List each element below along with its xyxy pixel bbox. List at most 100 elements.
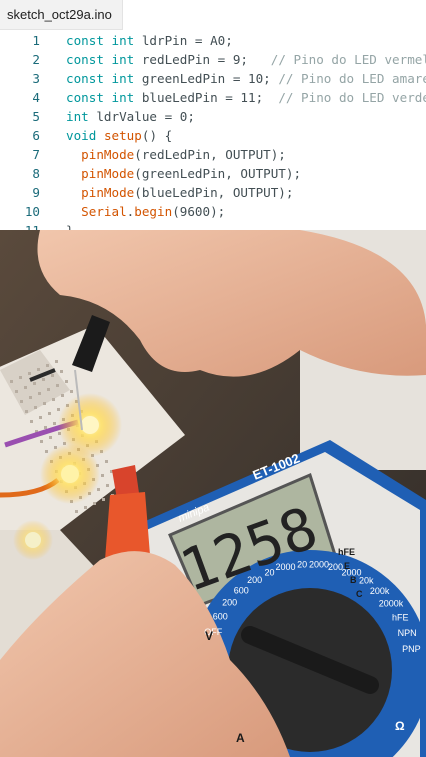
code-line[interactable]: 11} — [0, 221, 426, 230]
code-token: void — [66, 128, 97, 143]
breadboard-hole — [60, 370, 63, 373]
code-token: () { — [141, 128, 173, 143]
breadboard-hole — [39, 416, 42, 419]
code-token: // Pino do LED amarelo — [278, 71, 426, 86]
breadboard-hole — [61, 394, 64, 397]
photo-illustration: ET-1002 minipa 1258 OFF60020060020020200… — [0, 230, 426, 757]
breadboard-hole — [45, 450, 48, 453]
code-line[interactable]: 7 pinMode(redLedPin, OUTPUT); — [0, 145, 426, 164]
breadboard-hole — [97, 488, 100, 491]
breadboard-hole — [49, 436, 52, 439]
hfe-socket-label: E — [344, 561, 350, 571]
dial-label: 20 — [297, 559, 307, 569]
line-number: 7 — [32, 147, 40, 162]
code-token: const int — [66, 33, 135, 48]
breadboard-hole — [34, 406, 37, 409]
breadboard-hole — [93, 502, 96, 505]
code-token: int — [66, 109, 89, 124]
code-line[interactable]: 5 int ldrValue = 0; — [0, 107, 426, 126]
code-token: (greenLedPin, OUTPUT); — [134, 166, 302, 181]
port-label: Ω — [395, 719, 405, 733]
breadboard-hole — [42, 378, 45, 381]
breadboard-hole — [105, 460, 108, 463]
breadboard-hole — [47, 388, 50, 391]
breadboard-hole — [84, 506, 87, 509]
code-text: pinMode(blueLedPin, OUTPUT); — [66, 183, 293, 202]
hfe-socket-label: hFE — [338, 547, 355, 557]
breadboard-hole — [65, 380, 68, 383]
dial-label: 2000 — [276, 562, 296, 572]
code-line[interactable]: 10 Serial.begin(9600); — [0, 202, 426, 221]
breadboard-hole — [25, 410, 28, 413]
code-token: Serial — [81, 204, 127, 219]
code-token: ldrValue = 0; — [88, 109, 195, 124]
breadboard-hole — [29, 396, 32, 399]
breadboard-hole — [56, 384, 59, 387]
code-token: blueLedPin = 11; — [134, 90, 279, 105]
code-line[interactable]: 6 void setup() { — [0, 126, 426, 145]
breadboard-hole — [70, 390, 73, 393]
code-line[interactable]: 9 pinMode(blueLedPin, OUTPUT); — [0, 183, 426, 202]
line-number: 6 — [32, 128, 40, 143]
breadboard-hole — [40, 440, 43, 443]
breadboard-hole — [55, 360, 58, 363]
breadboard-hole — [52, 398, 55, 401]
dial-label: NPN — [398, 628, 417, 638]
code-token: (blueLedPin, OUTPUT); — [134, 185, 294, 200]
breadboard-hole — [37, 368, 40, 371]
code-text: Serial.begin(9600); — [66, 202, 225, 221]
code-line[interactable]: 3 const int greenLedPin = 10; // Pino do … — [0, 69, 426, 88]
line-number: 1 — [32, 33, 40, 48]
code-token: pinMode — [81, 185, 135, 200]
breadboard-hole — [48, 412, 51, 415]
code-line[interactable]: 8 pinMode(greenLedPin, OUTPUT); — [0, 164, 426, 183]
breadboard-hole — [75, 510, 78, 513]
code-text: const int blueLedPin = 11; // Pino do LE… — [66, 88, 426, 107]
dial-label: 600 — [213, 611, 228, 621]
code-token: const int — [66, 52, 135, 67]
line-number: 11 — [0, 221, 40, 230]
breadboard-hole — [38, 392, 41, 395]
code-token: } — [66, 223, 74, 230]
line-number: 4 — [32, 90, 40, 105]
code-token: begin — [134, 204, 173, 219]
code-text: const int ldrPin = A0; — [66, 31, 233, 50]
dial-label: 200 — [222, 598, 237, 608]
line-number: 8 — [32, 166, 40, 181]
hfe-socket-label: B — [350, 575, 357, 585]
breadboard-hole — [33, 382, 36, 385]
dial-label: PNP — [402, 644, 421, 654]
code-token: pinMode — [81, 166, 135, 181]
code-token: const int — [66, 71, 135, 86]
tab-sketch-file[interactable]: sketch_oct29a.ino — [0, 0, 123, 30]
port-label: A — [236, 731, 245, 745]
breadboard-hole — [10, 380, 13, 383]
line-number: 3 — [32, 71, 40, 86]
breadboard-hole — [57, 408, 60, 411]
breadboard-hole — [20, 400, 23, 403]
breadboard-hole — [53, 422, 56, 425]
line-number: 10 — [24, 204, 40, 219]
code-text: } — [66, 221, 74, 230]
code-line[interactable]: 1 const int ldrPin = A0; — [0, 31, 426, 50]
code-line[interactable]: 2 const int redLedPin = 9; // Pino do LED… — [0, 50, 426, 69]
breadboard-hole — [43, 402, 46, 405]
code-editor[interactable]: 1 const int ldrPin = A0; 2 const int redLed… — [0, 30, 426, 230]
led-middle — [40, 444, 100, 504]
code-line[interactable]: 4 const int blueLedPin = 11; // Pino do L… — [0, 88, 426, 107]
dial-label: 200 — [247, 575, 262, 585]
code-token: // Pino do LED vermelho — [270, 52, 426, 67]
led-bottom — [13, 520, 53, 560]
breadboard-hole — [106, 484, 109, 487]
breadboard-hole — [101, 474, 104, 477]
hfe-socket-label: C — [356, 589, 363, 599]
line-number: 9 — [32, 185, 40, 200]
code-text: const int greenLedPin = 10; // Pino do L… — [66, 69, 426, 88]
breadboard-hole — [30, 420, 33, 423]
code-token: // Pino do LED verde — [278, 90, 426, 105]
code-text: pinMode(redLedPin, OUTPUT); — [66, 145, 286, 164]
